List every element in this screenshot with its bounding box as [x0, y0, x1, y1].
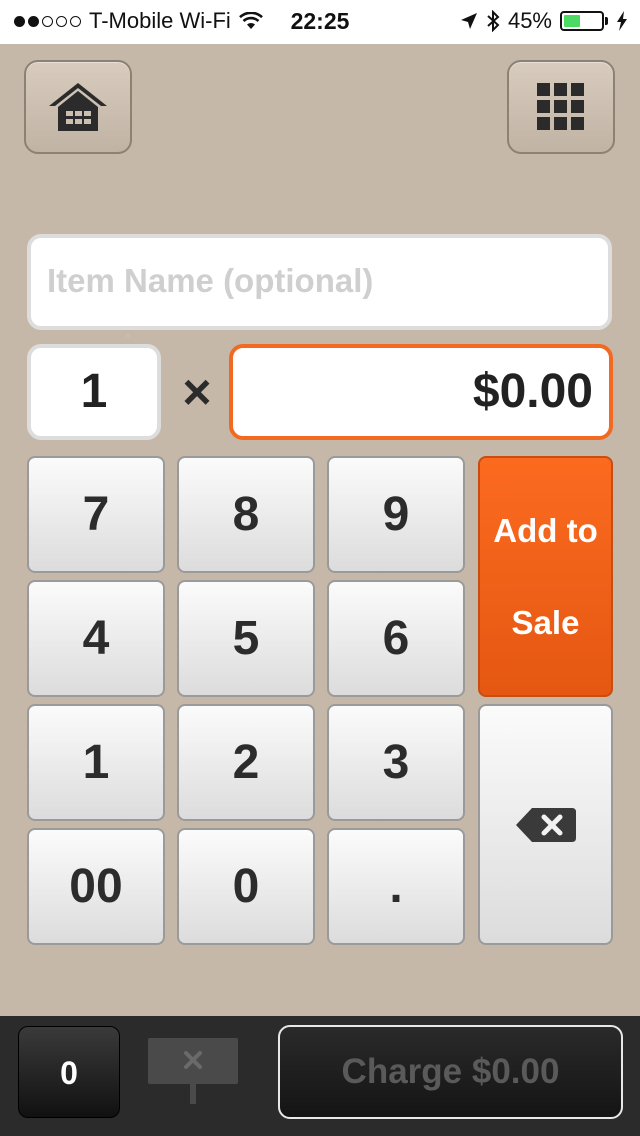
key-7[interactable]: 7: [27, 456, 165, 573]
clear-sign-icon[interactable]: [148, 1038, 238, 1108]
price-field[interactable]: $0.00: [229, 344, 613, 440]
backspace-button[interactable]: [478, 704, 613, 945]
grid-icon: [537, 83, 584, 130]
home-icon: [49, 83, 107, 131]
bottom-bar: 0 Charge $0.00: [0, 1016, 640, 1136]
register-panel: Item Name (optional) 1 × $0.00 7 8 9 4 5…: [0, 44, 640, 1016]
add-to-sale-button[interactable]: Add to Sale: [478, 456, 613, 697]
charging-bolt-icon: [617, 11, 627, 31]
key-00[interactable]: 00: [27, 828, 165, 945]
key-5[interactable]: 5: [177, 580, 315, 697]
key-3[interactable]: 3: [327, 704, 465, 821]
key-decimal[interactable]: .: [327, 828, 465, 945]
grid-button[interactable]: [507, 60, 615, 154]
add-to-sale-label-line2: Sale: [511, 603, 580, 641]
key-4[interactable]: 4: [27, 580, 165, 697]
quantity-field[interactable]: 1: [27, 344, 161, 440]
battery-icon: [560, 11, 608, 31]
status-right: 45%: [460, 8, 628, 34]
add-to-sale-label-line1: Add to: [493, 511, 598, 549]
item-name-input[interactable]: Item Name (optional): [27, 234, 612, 330]
battery-percent: 45%: [507, 8, 552, 33]
key-9[interactable]: 9: [327, 456, 465, 573]
location-arrow-icon: [460, 13, 477, 29]
key-8[interactable]: 8: [177, 456, 315, 573]
key-1[interactable]: 1: [27, 704, 165, 821]
backspace-icon: [515, 807, 576, 842]
key-0[interactable]: 0: [177, 828, 315, 945]
multiply-symbol: ×: [182, 364, 212, 420]
status-bar: T-Mobile Wi-Fi 22:25 45%: [0, 0, 640, 44]
key-6[interactable]: 6: [327, 580, 465, 697]
home-button[interactable]: [24, 60, 132, 154]
key-2[interactable]: 2: [177, 704, 315, 821]
charge-button[interactable]: Charge $0.00: [278, 1025, 623, 1119]
cart-count-button[interactable]: 0: [18, 1026, 120, 1118]
bluetooth-icon: [487, 10, 500, 32]
